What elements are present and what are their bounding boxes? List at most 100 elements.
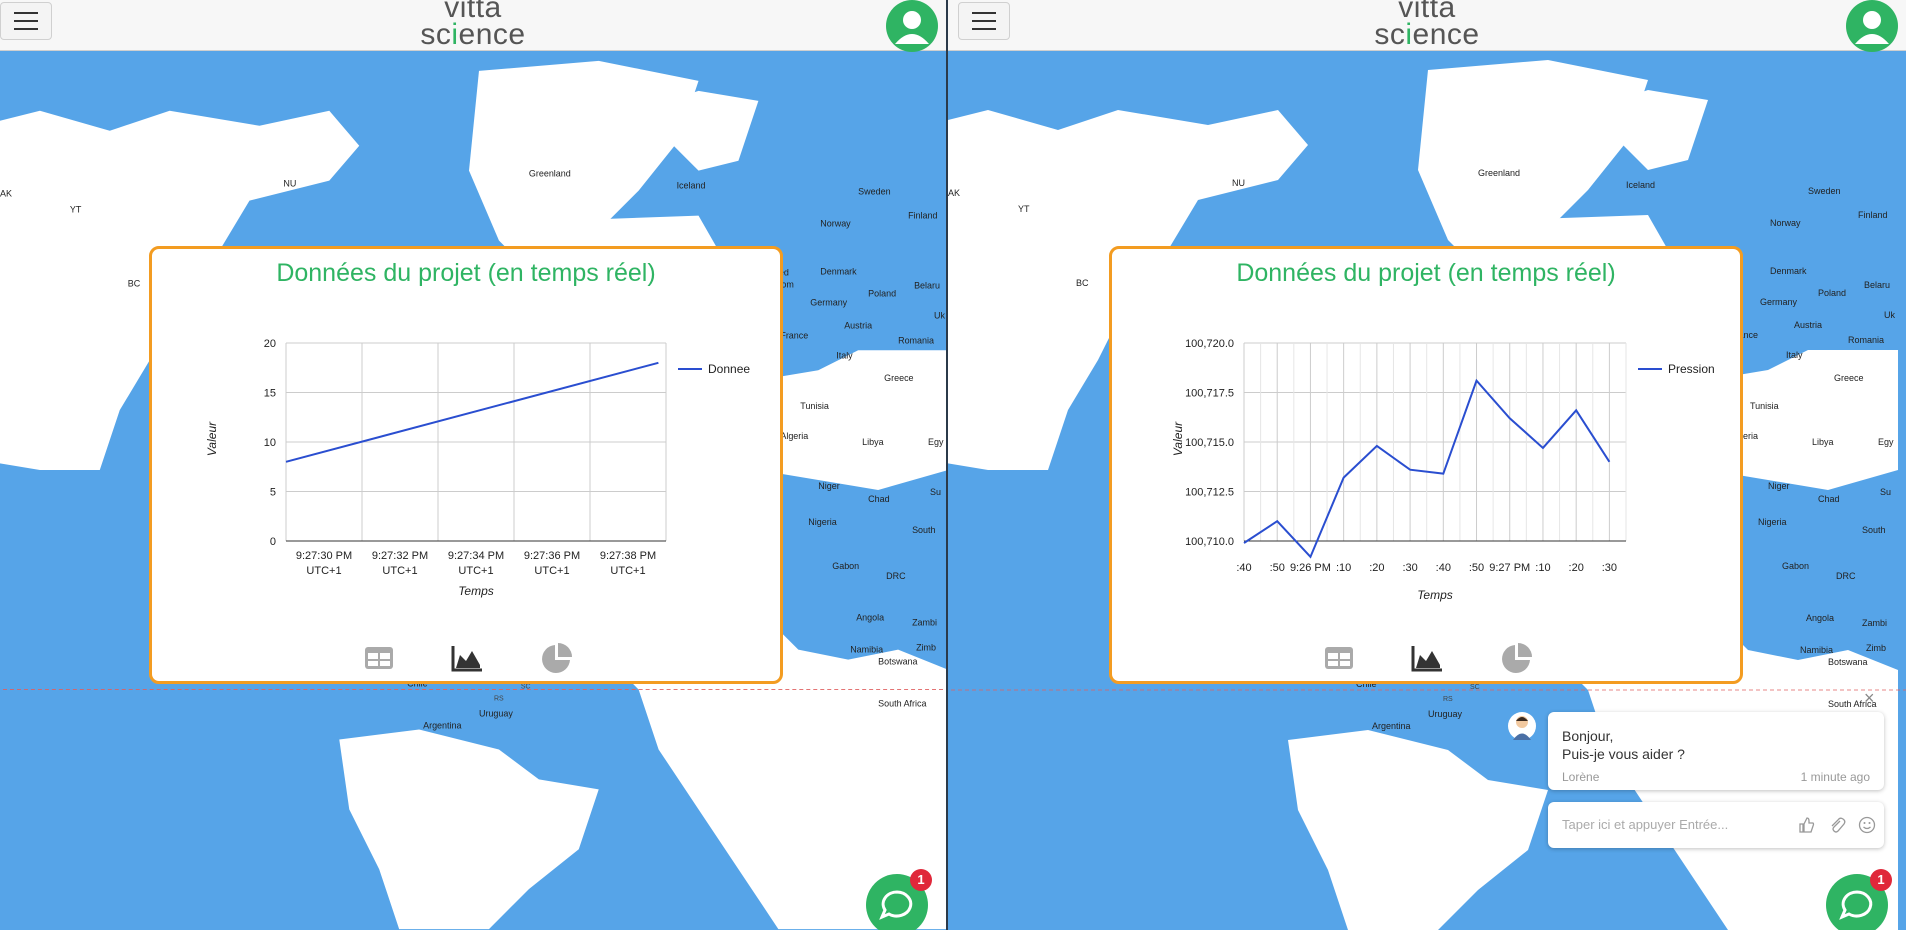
legend-label: Donnee [708,362,750,376]
map-label: AK [0,189,12,199]
map-label: Denmark [820,266,857,276]
x-tick-label: 9:27:32 PM [372,550,428,562]
map-label: Libya [862,437,883,447]
area-chart-icon[interactable] [1410,641,1444,675]
map-label: Germany [1760,297,1798,307]
map-label: Iceland [1626,180,1655,190]
map-label: Egy [1878,437,1894,447]
map-label: Namibia [1800,645,1833,655]
x-tick-label: :10 [1336,562,1351,574]
user-avatar-icon[interactable] [1846,0,1898,52]
chat-timestamp: 1 minute ago [1800,770,1870,784]
map-label: Angola [856,613,884,623]
x-tick-label: :30 [1602,562,1617,574]
legend-label: Pression [1668,362,1715,376]
map-label: Zimb [1866,643,1886,653]
left-pane: vitta science Greenland Iceland Sweden Finl… [0,0,948,930]
landmass-4 [339,729,599,930]
map-label: Romania [1848,335,1884,345]
table-icon[interactable] [1322,641,1356,675]
chart-legend: Donnee [678,362,750,376]
hamburger-menu-button[interactable] [0,2,52,40]
map-label: Greenland [1478,168,1520,178]
map-label: Uruguay [479,709,513,719]
chat-greeting-line1: Bonjour, [1562,728,1614,744]
map-label: Norway [820,219,851,229]
map-label: YT [1018,204,1030,214]
x-axis-title: Temps [1417,588,1453,602]
map-label: Su [1880,487,1891,497]
map-label: Namibia [850,645,883,655]
thumbs-up-icon[interactable] [1798,816,1816,834]
map-label: Nigeria [1758,517,1787,527]
y-tick-label: 100,717.5 [1185,388,1234,400]
chat-close-button[interactable]: × [1864,688,1875,709]
chart-toolbar [1112,641,1740,675]
emoji-icon[interactable] [1858,816,1876,834]
chat-input-field[interactable]: Taper ici et appuyer Entrée... [1548,802,1884,848]
agent-avatar [1508,712,1536,740]
x-tick-label: 9:27:38 PM [600,550,656,562]
attachment-icon[interactable] [1828,816,1846,834]
chart-grid [285,342,667,542]
area-chart-icon[interactable] [450,641,484,675]
x-tick-label: :50 [1270,562,1285,574]
map-label: Finland [1858,210,1888,220]
x-tick-label: UTC+1 [458,565,493,577]
hamburger-menu-button[interactable] [958,2,1010,40]
map-label: Poland [868,288,896,298]
pie-chart-icon[interactable] [540,641,574,675]
map-label: South Africa [878,699,926,709]
map-label: Austria [844,320,872,330]
pie-chart-icon[interactable] [1500,641,1534,675]
map-label: Zambi [912,618,937,628]
map-label: Angola [1806,613,1834,623]
vittascience-logo[interactable]: vitta science [420,0,525,50]
map-label: Nigeria [808,517,836,527]
chat-agent-name: Lorène [1562,770,1600,784]
map-label: Libya [1812,437,1834,447]
y-tick-label: 0 [270,536,276,548]
map-label: Denmark [1770,266,1807,276]
y-tick-label: 100,715.0 [1185,437,1234,449]
map-label: Gabon [832,561,859,571]
map-label: Tunisia [1750,401,1779,411]
chart-panel: Données du projet (en temps réel) 20 15 10… [149,246,783,684]
map-label: Belaru [1864,280,1890,290]
x-axis-title: Temps [458,584,494,598]
map-label: Niger [818,481,839,491]
user-avatar-icon[interactable] [886,0,938,52]
map-label: Egy [928,437,944,447]
notification-badge: 1 [1870,869,1892,891]
map-label: Finland [908,211,937,221]
vittascience-logo[interactable]: vitta science [1374,0,1479,50]
right-pane: vitta science Greenland Iceland Sweden Finl… [948,0,1906,930]
map-label: Germany [810,297,847,307]
map-label: Austria [1794,320,1822,330]
y-tick-label: 20 [264,338,276,350]
map-label: France [780,330,808,340]
map-label: YT [70,205,82,215]
line-chart: 20 15 10 5 0 9:27:30 PM UTC+1 9:27:32 PM UTC+1 9:… [205,338,750,598]
x-tick-label: 9:26 PM [1290,562,1331,574]
x-tick-label: UTC+1 [610,565,645,577]
y-tick-label: 100,710.0 [1185,536,1234,548]
y-tick-label: 5 [270,487,276,499]
y-tick-label: 100,712.5 [1185,487,1234,499]
series-line [285,361,659,463]
map-label: AK [948,188,960,198]
map-state-label: SC [521,684,531,691]
map-label: Uk [1884,310,1895,320]
map-label: Zambi [1862,618,1887,628]
map-label: Botswana [878,657,917,667]
y-axis-title: Valeur [205,421,219,456]
table-icon[interactable] [362,641,396,675]
map-label: NU [283,179,296,189]
map-label: Chad [868,494,889,504]
x-tick-label: 9:27:34 PM [448,550,504,562]
map-label: Greece [884,373,913,383]
map-label: South [912,525,935,535]
map-label: Poland [1818,288,1846,298]
map-label: Iceland [677,181,706,191]
map-label: Italy [1786,350,1803,360]
